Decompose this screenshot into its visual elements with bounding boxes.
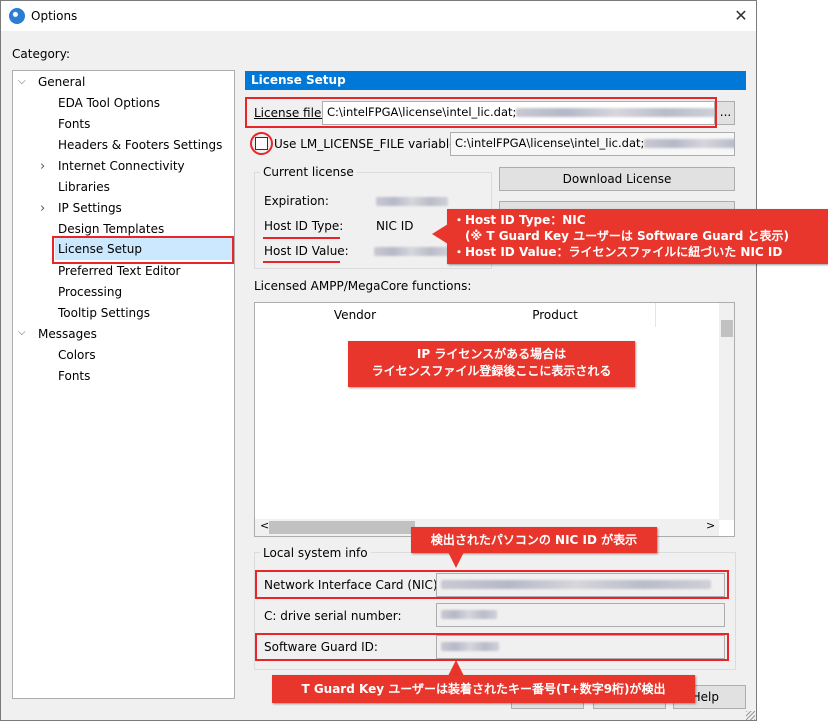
callout-arrow <box>432 224 448 244</box>
callout-ip-license-line: IP ライセンスがある場合は <box>416 347 567 361</box>
underline-host-id-value <box>263 261 340 263</box>
chevron-down-icon[interactable]: ⌵ <box>18 327 26 338</box>
host-id-value <box>374 244 449 258</box>
highlight-checkbox <box>250 132 273 155</box>
callout-host-id-line: (※ T Guard Key ユーザーは Software Guard と表示) <box>453 229 789 243</box>
redacted-value <box>441 610 497 619</box>
ampp-table: Vendor Product < > <box>254 302 735 537</box>
callout-ip-license-line: ライセンスファイル登録後ここに表示される <box>371 364 612 378</box>
horizontal-scroll-thumb[interactable] <box>269 521 415 534</box>
chevron-right-icon[interactable]: › <box>40 201 45 216</box>
tree-item-headers-footers[interactable]: Headers & Footers Settings <box>58 138 222 152</box>
tree-item-fonts-messages[interactable]: Fonts <box>58 369 90 383</box>
current-license-label: Current license <box>260 165 357 179</box>
tree-item-messages[interactable]: Messages <box>38 327 97 341</box>
column-product[interactable]: Product <box>455 303 656 327</box>
vertical-scroll-thumb[interactable] <box>721 320 733 337</box>
cdrive-serial-field[interactable] <box>436 603 725 627</box>
callout-software-guard: T Guard Key ユーザーは装着されたキー番号(T+数字9桁)が検出 <box>272 675 695 703</box>
host-id-value-label: Host ID Value: <box>264 244 349 258</box>
highlight-license-setup <box>52 236 234 264</box>
chevron-right-icon[interactable]: › <box>40 159 45 174</box>
host-id-type-label: Host ID Type: <box>264 219 344 233</box>
panel-header: License Setup <box>245 71 746 90</box>
tree-item-fonts[interactable]: Fonts <box>58 117 90 131</box>
use-lm-label: Use LM_LICENSE_FILE variable: <box>274 137 461 151</box>
local-info-label: Local system info <box>260 546 371 560</box>
callout-ip-license: IP ライセンスがある場合は ライセンスファイル登録後ここに表示される <box>348 341 635 387</box>
lm-value: C:\intelFPGA\license\intel_lic.dat; <box>455 136 645 150</box>
callout-arrow <box>448 552 464 568</box>
tree-item-libraries[interactable]: Libraries <box>58 180 110 194</box>
tree-item-design-templates[interactable]: Design Templates <box>58 222 164 236</box>
category-tree: ⌵ General EDA Tool Options Fonts Headers… <box>12 70 235 699</box>
highlight-software-guard <box>255 633 729 661</box>
chevron-down-icon[interactable]: ⌵ <box>18 76 26 87</box>
title-bar: Options ✕ <box>1 1 756 31</box>
lm-license-field[interactable]: C:\intelFPGA\license\intel_lic.dat; <box>450 132 735 156</box>
callout-host-id: ・Host ID Type：NIC (※ T Guard Key ユーザーは S… <box>447 209 828 264</box>
scroll-right-icon[interactable]: > <box>706 519 715 532</box>
tree-item-ip-settings[interactable]: IP Settings <box>58 201 122 215</box>
tree-item-processing[interactable]: Processing <box>58 285 122 299</box>
app-icon <box>9 8 25 24</box>
tree-item-internet-connectivity[interactable]: Internet Connectivity <box>58 159 185 173</box>
tree-item-colors[interactable]: Colors <box>58 348 96 362</box>
close-icon[interactable]: ✕ <box>729 5 753 27</box>
tree-item-tooltip-settings[interactable]: Tooltip Settings <box>58 306 150 320</box>
resize-grip[interactable] <box>746 711 755 720</box>
underline-host-id-type <box>263 237 340 239</box>
host-id-type-value: NIC ID <box>376 219 414 233</box>
window-title: Options <box>31 9 78 23</box>
scroll-left-icon[interactable]: < <box>260 519 269 532</box>
callout-nic: 検出されたパソコンの NIC ID が表示 <box>411 527 657 553</box>
column-vendor[interactable]: Vendor <box>255 303 456 327</box>
tree-item-eda-tool-options[interactable]: EDA Tool Options <box>58 96 160 110</box>
expiration-label: Expiration: <box>264 194 329 208</box>
download-license-button[interactable]: Download License <box>499 167 735 191</box>
redacted-value <box>644 139 734 148</box>
cdrive-label: C: drive serial number: <box>264 609 402 623</box>
tree-item-general[interactable]: General <box>38 75 85 89</box>
browse-button[interactable]: ... <box>716 101 735 125</box>
ampp-label: Licensed AMPP/MegaCore functions: <box>254 279 472 293</box>
expiration-value <box>376 194 448 208</box>
highlight-license-file <box>245 97 717 128</box>
callout-host-id-line: ・Host ID Value：ライセンスファイルに紐づいた NIC ID <box>453 245 783 259</box>
highlight-nic <box>255 570 729 599</box>
callout-arrow <box>448 660 464 676</box>
callout-host-id-line: ・Host ID Type：NIC <box>453 213 586 227</box>
category-label: Category: <box>12 47 70 61</box>
tree-item-preferred-text-editor[interactable]: Preferred Text Editor <box>58 264 181 278</box>
